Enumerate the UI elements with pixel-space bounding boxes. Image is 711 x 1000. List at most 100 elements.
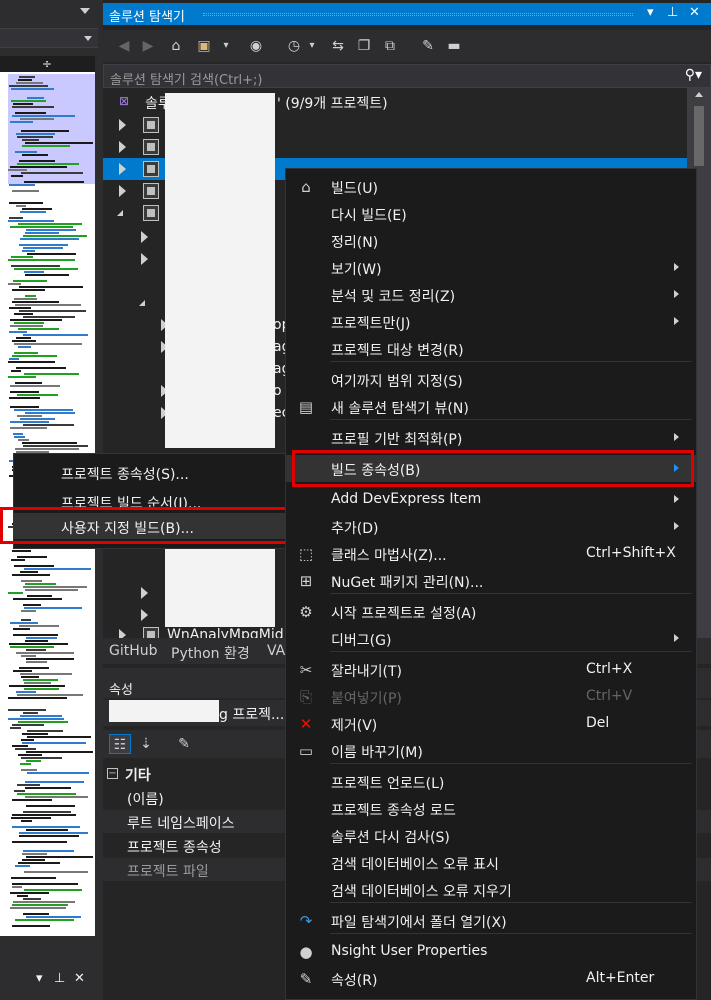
menu-item[interactable]: ✎ 속성(R) Alt+Enter bbox=[286, 965, 696, 992]
pending-changes-icon[interactable]: ◷ bbox=[285, 37, 303, 55]
search-placeholder: 솔루션 탐색기 검색(Ctrl+;) bbox=[110, 73, 263, 88]
collapse-icon[interactable]: − bbox=[107, 768, 118, 779]
panel-title: 솔루션 탐색기 bbox=[109, 10, 185, 25]
menu-item-label: 클래스 마법사(Z)... bbox=[331, 548, 447, 564]
menu-item-label: 붙여넣기(P) bbox=[331, 691, 402, 707]
highlight-box bbox=[292, 450, 694, 487]
menu-item-label: 이름 바꾸기(M) bbox=[331, 745, 423, 761]
pin-icon[interactable]: ⊥ bbox=[54, 971, 65, 986]
menu-item-label: 프로젝트 종속성 로드 bbox=[331, 803, 456, 819]
scissors-icon: ✂ bbox=[299, 661, 313, 679]
chevron-down-icon[interactable]: ▾ bbox=[217, 37, 235, 55]
menu-item[interactable]: 추가(D) bbox=[286, 513, 696, 540]
menu-item[interactable]: 솔루션 다시 검사(S) bbox=[286, 822, 696, 849]
menu-item[interactable]: ⊞ NuGet 패키지 관리(N)... bbox=[286, 567, 696, 594]
menu-item[interactable]: 검색 데이터베이스 오류 표시 bbox=[286, 849, 696, 876]
project-icon bbox=[143, 117, 159, 133]
menu-item[interactable]: 검색 데이터베이스 오류 지우기 bbox=[286, 876, 696, 903]
menu-item[interactable]: 프로필 기반 최적화(P) bbox=[286, 424, 696, 451]
expand-arrow-icon[interactable] bbox=[119, 163, 126, 175]
close-icon[interactable]: ✕ bbox=[74, 971, 85, 986]
chevron-down-icon[interactable]: ▾ bbox=[303, 37, 321, 55]
tab-va[interactable]: VA bbox=[267, 643, 285, 659]
property-name: 루트 네임스페이스 bbox=[127, 816, 235, 832]
menu-item[interactable]: 다시 빌드(E) bbox=[286, 200, 696, 227]
sort-alpha-icon[interactable]: ⇣ bbox=[135, 734, 157, 754]
solution-icon: ⊠ bbox=[119, 94, 130, 108]
menu-item[interactable]: 정리(N) bbox=[286, 227, 696, 254]
menu-item[interactable]: 분석 및 코드 정리(Z) bbox=[286, 281, 696, 308]
preview-icon[interactable]: ▬ bbox=[445, 37, 463, 55]
menu-item[interactable]: ✂ 잘라내기(T) Ctrl+X bbox=[286, 656, 696, 683]
menu-item[interactable]: ▤ 새 솔루션 탐색기 뷰(N) bbox=[286, 393, 696, 420]
class-wizard-icon: ⬚ bbox=[298, 545, 314, 563]
back-icon[interactable]: ◀ bbox=[115, 37, 133, 55]
submenu-arrow-icon bbox=[674, 433, 679, 441]
menu-item[interactable]: ↷ 파일 탐색기에서 폴더 열기(X) bbox=[286, 907, 696, 934]
menu-item-label: 디버그(G) bbox=[331, 633, 392, 649]
menu-item[interactable]: 보기(W) bbox=[286, 254, 696, 281]
menu-item-project-dependencies[interactable]: 프로젝트 종속성(S)... bbox=[14, 459, 294, 485]
home-icon[interactable]: ⌂ bbox=[167, 37, 185, 55]
menu-item[interactable]: 프로젝트 종속성 로드 bbox=[286, 795, 696, 822]
project-icon bbox=[143, 183, 159, 199]
globe-icon[interactable]: ◉ bbox=[247, 37, 265, 55]
expand-arrow-icon[interactable] bbox=[141, 587, 148, 599]
menu-item-label: Add DevExpress Item bbox=[331, 491, 482, 507]
submenu-arrow-icon bbox=[674, 634, 679, 642]
menu-shortcut: Del bbox=[586, 715, 610, 731]
dropdown-icon[interactable]: ▾ bbox=[36, 971, 43, 986]
submenu-arrow-icon bbox=[674, 495, 679, 503]
tab-python-env[interactable]: Python 환경 bbox=[171, 643, 250, 663]
property-pages-icon[interactable]: ✎ bbox=[173, 734, 195, 754]
expand-arrow-icon[interactable] bbox=[119, 141, 126, 153]
menu-item[interactable]: 프로젝트 언로드(L) bbox=[286, 768, 696, 795]
member-dropdown[interactable] bbox=[0, 28, 98, 48]
scrollbar-thumb[interactable] bbox=[694, 106, 704, 166]
properties-wrench-icon[interactable]: ✎ bbox=[419, 37, 437, 55]
menu-item[interactable]: 프로젝트 대상 변경(R) bbox=[286, 335, 696, 362]
search-icon[interactable]: ⚲▾ bbox=[685, 67, 702, 83]
menu-item-label: 프로필 기반 최적화(P) bbox=[331, 432, 463, 448]
menu-item[interactable]: ⬚ 클래스 마법사(Z)... Ctrl+Shift+X bbox=[286, 540, 696, 567]
dropdown-arrow-icon[interactable] bbox=[80, 8, 90, 14]
split-icon[interactable]: ÷ bbox=[40, 58, 54, 70]
expand-arrow-icon[interactable] bbox=[141, 231, 148, 243]
show-all-files-icon[interactable]: ⧉ bbox=[381, 37, 399, 55]
menu-item[interactable]: ▭ 이름 바꾸기(M) bbox=[286, 737, 696, 764]
menu-item[interactable]: ● Nsight User Properties bbox=[286, 938, 696, 965]
menu-item[interactable]: ✕ 제거(V) Del bbox=[286, 710, 696, 737]
menu-item[interactable]: 디버그(G) bbox=[286, 625, 696, 652]
menu-item[interactable]: ⎘ 붙여넣기(P) Ctrl+V bbox=[286, 683, 696, 710]
editor-titlebar bbox=[0, 0, 98, 24]
expand-arrow-icon[interactable] bbox=[141, 609, 148, 621]
sync-icon[interactable]: ⇆ bbox=[329, 37, 347, 55]
collapse-all-icon[interactable]: ❐ bbox=[355, 37, 373, 55]
solution-search-input[interactable]: 솔루션 탐색기 검색(Ctrl+;) ⚲▾ bbox=[103, 64, 711, 88]
redacted-area bbox=[165, 93, 275, 448]
menu-item[interactable]: ⌂ 빌드(U) bbox=[286, 173, 696, 200]
menu-item[interactable]: ⚙ 시작 프로젝트로 설정(A) bbox=[286, 598, 696, 625]
close-icon[interactable]: ✕ bbox=[689, 5, 700, 20]
categorized-icon[interactable]: ☷ bbox=[109, 734, 131, 754]
scroll-up-arrow[interactable] bbox=[695, 92, 703, 97]
expand-arrow-icon[interactable] bbox=[119, 185, 126, 197]
expand-arrow-icon[interactable] bbox=[141, 253, 148, 265]
expand-arrow-icon[interactable] bbox=[119, 119, 126, 131]
menu-item[interactable]: 여기까지 범위 지정(S) bbox=[286, 366, 696, 393]
collapse-arrow-icon[interactable] bbox=[139, 300, 145, 306]
menu-shortcut: Ctrl+X bbox=[586, 661, 633, 677]
collapse-arrow-icon[interactable] bbox=[117, 210, 123, 216]
menu-item-label: Nsight User Properties bbox=[331, 943, 488, 959]
forward-icon[interactable]: ▶ bbox=[139, 37, 157, 55]
dropdown-icon[interactable]: ▾ bbox=[647, 5, 654, 20]
property-name: 프로젝트 파일 bbox=[127, 864, 209, 880]
redacted-area bbox=[165, 543, 275, 627]
switch-views-icon[interactable]: ▣ bbox=[195, 37, 213, 55]
menu-item-label: 잘라내기(T) bbox=[331, 664, 402, 680]
submenu-arrow-icon bbox=[674, 317, 679, 325]
pin-icon[interactable]: ⊥ bbox=[667, 5, 678, 20]
menu-item[interactable]: Add DevExpress Item bbox=[286, 486, 696, 513]
menu-item[interactable]: 프로젝트만(J) bbox=[286, 308, 696, 335]
tab-github[interactable]: GitHub bbox=[109, 643, 158, 659]
